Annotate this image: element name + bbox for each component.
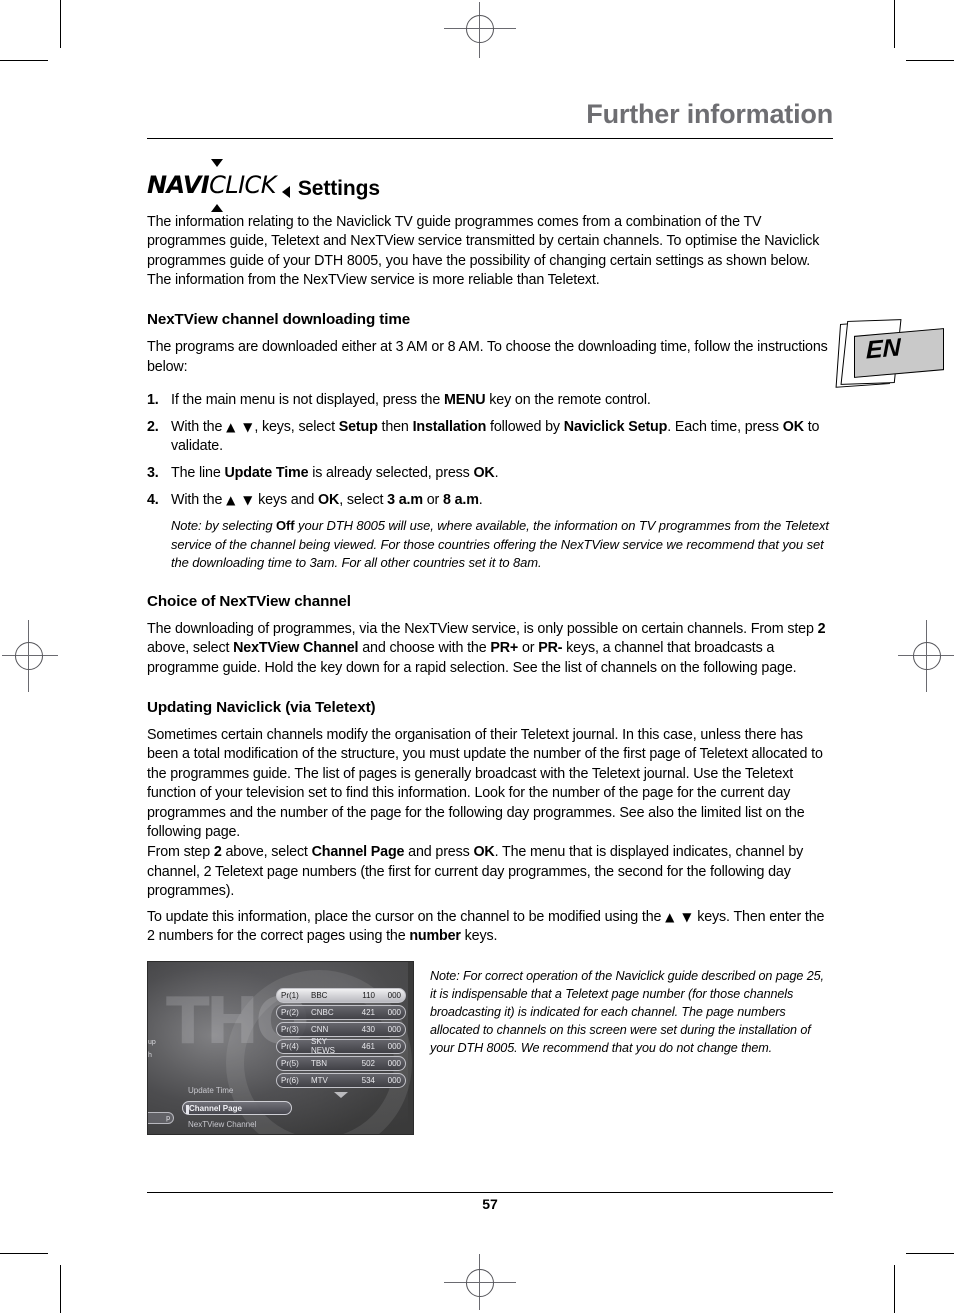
step-number: 2.: [147, 418, 159, 435]
channel-page2: 000: [387, 990, 401, 1000]
page-content: Further information NAVI CLICK Settings …: [147, 99, 833, 1136]
channel-row[interactable]: Pr(4) SKY NEWS 461 000: [276, 1037, 406, 1056]
arrow-left-icon: [281, 185, 290, 198]
step-item: 2. With the ▲ ▼, keys, select Setup then…: [147, 418, 833, 457]
channel-pr: Pr(5): [281, 1058, 299, 1068]
step-text: With the ▲ ▼ keys and OK, select 3 a.m o…: [171, 491, 483, 508]
downloading-time-intro: The programs are downloaded either at 3 …: [147, 339, 828, 375]
step-number: 1.: [147, 392, 159, 409]
heading-updating-naviclick: Updating Naviclick (via Teletext): [147, 698, 376, 716]
channel-row[interactable]: Pr(6) MTV 534 000: [276, 1073, 406, 1088]
step-number: 3.: [147, 465, 159, 482]
naviclick-logo-click: CLICK: [209, 170, 276, 199]
arrow-down-icon: [211, 158, 223, 167]
channel-row[interactable]: Pr(5) TBN 502 000: [276, 1056, 406, 1071]
menu-item-channel-page[interactable]: Channel Page: [182, 1101, 292, 1116]
channel-name: MTV: [311, 1075, 328, 1085]
figure-note: Note: For correct operation of the Navic…: [430, 969, 824, 1056]
header-divider: [147, 137, 833, 139]
channel-name: TBN: [311, 1058, 327, 1068]
intro-paragraph: The information relating to the Naviclic…: [147, 213, 820, 289]
updating-naviclick-body: Sometimes certain channels modify the or…: [147, 726, 823, 900]
channel-page2: 000: [387, 1024, 401, 1034]
scroll-down-caret-icon: [334, 1092, 348, 1099]
naviclick-logo-navi: NAVI: [147, 170, 210, 199]
manual-page: Further information NAVI CLICK Settings …: [0, 0, 954, 1313]
figure-row: THO up h p Pr(1) BBC 110 000 Pr(2) CNBC …: [147, 961, 833, 1136]
step-text: The line Update Time is already selected…: [171, 465, 499, 482]
channel-page1: 534: [361, 1075, 375, 1085]
channel-name: BBC: [311, 990, 328, 1000]
channel-row[interactable]: Pr(1) BBC 110 000: [276, 988, 406, 1003]
screen-left-tabs: up h: [148, 1036, 156, 1062]
section-title-row: NAVI CLICK Settings: [147, 158, 833, 212]
channel-pr: Pr(4): [281, 1041, 299, 1051]
channel-page-list: Pr(1) BBC 110 000 Pr(2) CNBC 421 000 Pr(…: [276, 988, 406, 1090]
menu-item-nextview-channel[interactable]: NexTView Channel: [182, 1118, 292, 1132]
screen-left-pill: p: [148, 1112, 174, 1125]
heading-choice-of-channel: Choice of NexTView channel: [147, 592, 351, 610]
channel-page1: 461: [361, 1041, 375, 1051]
channel-pr: Pr(3): [281, 1024, 299, 1034]
setup-menu-list: Update Time Channel Page NexTView Channe…: [182, 1084, 292, 1134]
tv-screenshot: THO up h p Pr(1) BBC 110 000 Pr(2) CNBC …: [147, 961, 414, 1136]
channel-row[interactable]: Pr(2) CNBC 421 000: [276, 1005, 406, 1020]
channel-page2: 000: [387, 1041, 401, 1051]
heading-downloading-time: NexTView channel downloading time: [147, 311, 411, 329]
channel-name: SKY NEWS: [311, 1037, 335, 1056]
downloading-time-note: Note: by selecting Off your DTH 8005 wil…: [171, 518, 829, 571]
menu-item-update-time[interactable]: Update Time: [182, 1084, 292, 1098]
channel-page1: 421: [361, 1007, 375, 1017]
settings-heading: Settings: [297, 176, 380, 200]
step-item: 1. If the main menu is not displayed, pr…: [147, 391, 833, 411]
updating-naviclick-body-2: To update this information, place the cu…: [147, 908, 825, 945]
arrow-up-icon: [211, 203, 223, 212]
page-number: 57: [482, 1196, 498, 1212]
channel-row[interactable]: Pr(3) CNN 430 000: [276, 1022, 406, 1037]
channel-page1: 110: [362, 990, 375, 1000]
channel-page2: 000: [387, 1007, 401, 1017]
footer-divider: [147, 1192, 833, 1193]
channel-name: CNN: [311, 1024, 329, 1034]
channel-name: CNBC: [311, 1007, 334, 1017]
screen-left-tab-item: up: [148, 1039, 156, 1047]
channel-page2: 000: [387, 1075, 401, 1085]
choice-of-channel-body: The downloading of programmes, via the N…: [147, 620, 826, 676]
naviclick-logo: NAVI CLICK: [147, 158, 290, 212]
step-number: 4.: [147, 491, 159, 508]
channel-page2: 000: [387, 1058, 401, 1068]
channel-pr: Pr(1): [281, 990, 299, 1000]
step-text: If the main menu is not displayed, press…: [171, 392, 651, 409]
instruction-steps: 1. If the main menu is not displayed, pr…: [147, 391, 833, 510]
channel-page1: 502: [361, 1058, 375, 1068]
channel-page1: 430: [361, 1024, 375, 1034]
screen-left-tab-item: h: [148, 1052, 152, 1060]
channel-pr: Pr(2): [281, 1007, 299, 1017]
step-text: With the ▲ ▼, keys, select Setup then In…: [171, 418, 820, 455]
step-item: 3. The line Update Time is already selec…: [147, 464, 833, 484]
page-title: Further information: [586, 99, 833, 129]
step-item: 4. With the ▲ ▼ keys and OK, select 3 a.…: [147, 491, 833, 511]
